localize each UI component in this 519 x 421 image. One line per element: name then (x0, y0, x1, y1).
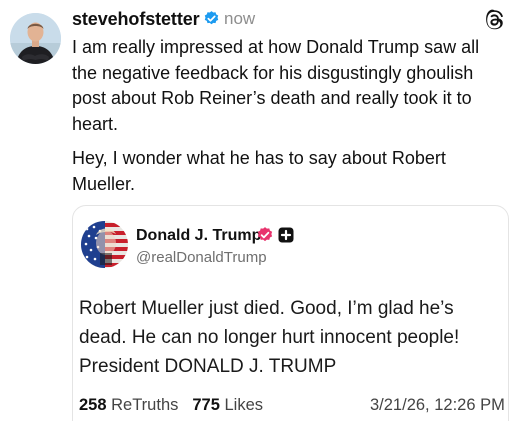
quoted-author-name[interactable]: Donald J. Trump (136, 226, 261, 246)
quoted-post-date: 3/21/26, 12:26 PM (370, 396, 505, 414)
retruths-label: ReTruths (111, 396, 179, 414)
quoted-author-avatar[interactable] (81, 221, 128, 268)
plus-badge-icon (278, 227, 294, 243)
quoted-post-text: Robert Mueller just died. Good, I’m glad… (79, 298, 460, 377)
quoted-post-stats: 258 ReTruths 775 Likes (79, 394, 263, 416)
likes-label: Likes (224, 396, 264, 414)
quoted-post-card[interactable]: Donald J. Trump @realDonaldTrump Robert … (72, 205, 509, 421)
author-username[interactable]: stevehofstetter (72, 8, 200, 30)
threads-logo-icon[interactable] (484, 9, 506, 31)
author-avatar[interactable] (10, 13, 61, 64)
verified-badge-icon (256, 226, 274, 244)
verified-badge-icon (203, 10, 220, 27)
likes-count: 775 (192, 396, 220, 414)
quoted-author-handle[interactable]: @realDonaldTrump (136, 248, 267, 268)
post-text-paragraph-1: I am really impressed at how Donald Trum… (72, 37, 480, 134)
threads-post: stevehofstetter now I am really impresse… (0, 0, 519, 421)
retruths-count: 258 (79, 396, 107, 414)
post-text-paragraph-2: Hey, I wonder what he has to say about R… (72, 148, 446, 194)
post-timestamp: now (224, 9, 256, 28)
